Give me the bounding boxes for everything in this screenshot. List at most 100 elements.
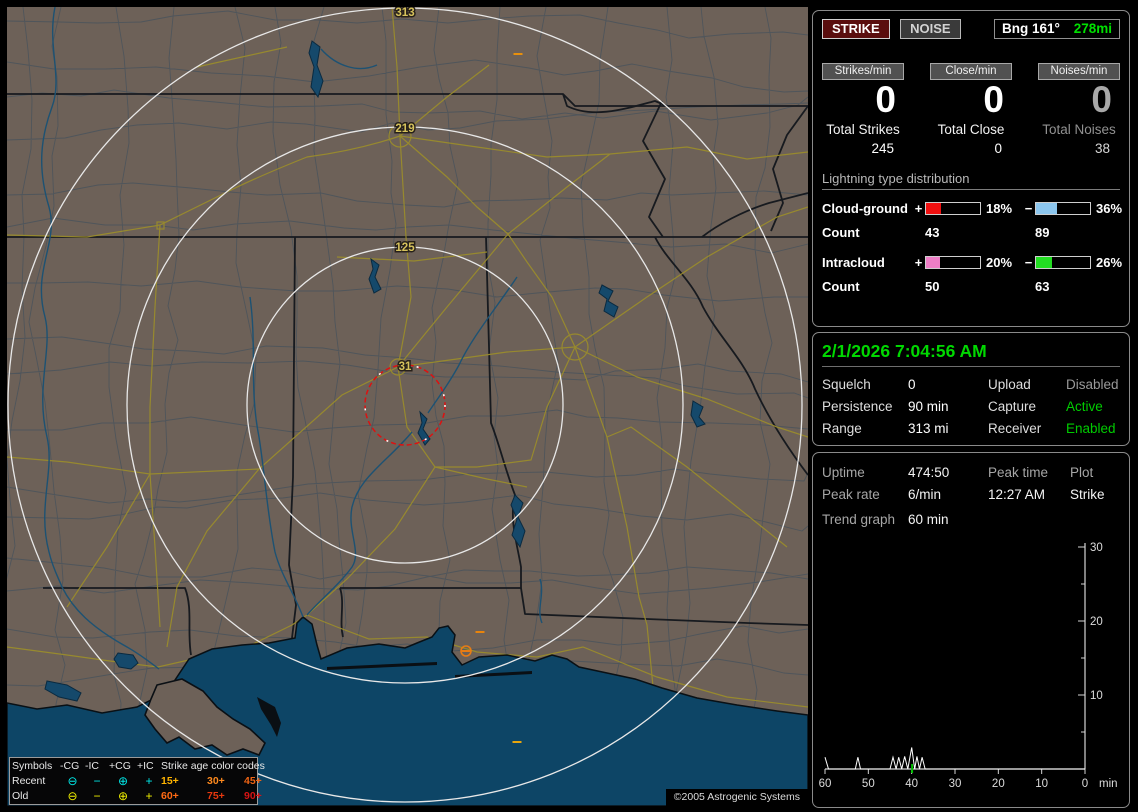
age-code-45: 45+: [244, 774, 262, 787]
persistence-value: 90 min: [908, 399, 949, 414]
legend-col-+cg: +CG: [109, 759, 131, 772]
plot-value: Strike: [1070, 487, 1105, 502]
strikes-per-min-button[interactable]: Strikes/min: [822, 63, 904, 80]
ic-plus-count: 50: [925, 278, 940, 294]
age-code-15: 15+: [161, 774, 179, 787]
distance-value: 278mi: [1073, 21, 1112, 36]
capture-status: Active: [1066, 399, 1103, 414]
trend-graph-label: Trend graph: [822, 512, 896, 527]
cg-plus-pct: 18%: [986, 200, 1013, 216]
ic-plus-pct: 20%: [986, 254, 1013, 270]
x-axis-unit: min: [1099, 778, 1118, 790]
lightning-map[interactable]: 313 219 125 31 Symbols -CG -IC +CG +IC S…: [7, 7, 808, 806]
trend-line: [824, 747, 1085, 770]
x-tick-label: 30: [949, 778, 962, 790]
x-tick-label: 60: [819, 778, 832, 790]
intracloud-label: Intracloud: [822, 254, 885, 270]
copyright-label: ©2005 Astrogenic Systems: [665, 789, 808, 806]
legend-row-old: Old: [12, 789, 29, 802]
legend-age-title: Strike age color codes: [161, 759, 265, 772]
range-value: 313 mi: [908, 421, 949, 436]
ring-label-31: 31: [399, 361, 412, 373]
plus-cg-old-icon: ⊕: [117, 788, 129, 803]
stormvue-app: { "app": { "copyright": "©2005 Astrogeni…: [0, 0, 1138, 812]
x-tick-label: 40: [905, 778, 918, 790]
y-tick-label: 20: [1090, 616, 1103, 628]
strike-legend: Symbols -CG -IC +CG +IC Strike age color…: [9, 757, 265, 805]
close-per-min-button[interactable]: Close/min: [930, 63, 1012, 80]
squelch-value: 0: [908, 377, 916, 392]
counters-panel: STRIKE NOISE Bng 161° 278mi Strikes/min …: [812, 10, 1130, 327]
age-code-75: 75+: [207, 789, 225, 802]
peak-rate-value: 6/min: [908, 487, 942, 502]
datetime-display: 2/1/2026 7:04:56 AM: [822, 341, 1120, 367]
noise-mode-button[interactable]: NOISE: [900, 19, 961, 39]
uptime-label: Uptime: [822, 465, 865, 480]
legend-col--ic: -IC: [85, 759, 99, 772]
minus-sign: −: [1024, 200, 1033, 216]
legend-col--cg: -CG: [60, 759, 80, 772]
cg-plus-count: 43: [925, 224, 940, 240]
total-strikes-value: 245: [871, 141, 894, 156]
strikes-rate-value: 0: [875, 79, 896, 120]
minus-cg-old-icon: ⊖: [67, 788, 78, 803]
noises-rate-value: 0: [1091, 79, 1112, 120]
cloud-ground-label: Cloud-ground: [822, 200, 908, 216]
cg-minus-pct: 36%: [1096, 200, 1123, 216]
ic-minus-bar: [1035, 255, 1091, 269]
y-tick-label: 10: [1090, 690, 1103, 702]
trend-graph: 10 20 30 60 50 40 30 20 10 0 min: [819, 542, 1118, 790]
map-svg: 313 219 125 31: [7, 7, 808, 806]
cg-plus-bar: [925, 201, 981, 215]
stats-trend-panel: Uptime 474:50 Peak time Plot Peak rate 6…: [812, 452, 1130, 808]
range-label: Range: [822, 421, 862, 436]
plot-label: Plot: [1070, 465, 1094, 480]
uptime-value: 474:50: [908, 465, 950, 480]
bearing-value: Bng 161°: [1002, 21, 1060, 36]
receiver-status: Enabled: [1066, 421, 1116, 436]
cg-minus-bar-fill: [1036, 202, 1057, 214]
peak-time-label: Peak time: [988, 465, 1049, 480]
x-tick-label: 10: [1035, 778, 1048, 790]
plus-ic-old-icon: +: [145, 788, 153, 803]
total-noises-value: 38: [1094, 141, 1110, 156]
ring-label-313: 313: [395, 7, 414, 19]
legend-col-+ic: +IC: [137, 759, 154, 772]
strike-mode-button[interactable]: STRIKE: [822, 19, 890, 39]
count-label: Count: [822, 224, 860, 240]
cg-minus-bar: [1035, 201, 1091, 215]
total-close-label: Total Close: [937, 122, 1005, 137]
ic-plus-bar-fill: [926, 256, 940, 268]
plus-sign: +: [914, 200, 923, 216]
upload-label: Upload: [988, 377, 1031, 392]
peak-time-value: 12:27 AM: [988, 487, 1046, 502]
squelch-label: Squelch: [822, 377, 871, 392]
cg-plus-bar-fill: [926, 202, 941, 214]
ic-plus-bar: [925, 255, 981, 269]
peak-rate-label: Peak rate: [822, 487, 880, 502]
ic-minus-count: 63: [1035, 278, 1050, 294]
upload-status: Disabled: [1066, 377, 1119, 392]
mode-toolbar: STRIKE NOISE Bng 161° 278mi: [822, 19, 1120, 39]
status-panel: 2/1/2026 7:04:56 AM Squelch 0 Upload Dis…: [812, 332, 1130, 446]
trend-window-value: 60 min: [908, 512, 949, 527]
minus-cg-recent-icon: ⊖: [67, 773, 78, 788]
bearing-readout: Bng 161° 278mi: [994, 19, 1120, 39]
noises-per-min-button[interactable]: Noises/min: [1038, 63, 1120, 80]
minus-sign: −: [1024, 254, 1033, 270]
total-strikes-label: Total Strikes: [826, 122, 900, 137]
x-tick-label: 0: [1082, 778, 1088, 790]
distribution-title: Lightning type distribution: [822, 171, 1120, 190]
age-code-30: 30+: [207, 774, 225, 787]
legend-row-recent: Recent: [12, 774, 46, 787]
cg-minus-count: 89: [1035, 224, 1050, 240]
x-tick-label: 20: [992, 778, 1005, 790]
total-noises-label: Total Noises: [1042, 122, 1116, 137]
legend-symbols-header: Symbols: [12, 759, 53, 772]
age-code-90: 90+: [244, 789, 262, 802]
ic-minus-pct: 26%: [1096, 254, 1123, 270]
y-tick-label: 30: [1090, 542, 1103, 554]
plus-sign: +: [914, 254, 923, 270]
plus-cg-recent-icon: ⊕: [117, 773, 129, 788]
capture-label: Capture: [988, 399, 1037, 414]
